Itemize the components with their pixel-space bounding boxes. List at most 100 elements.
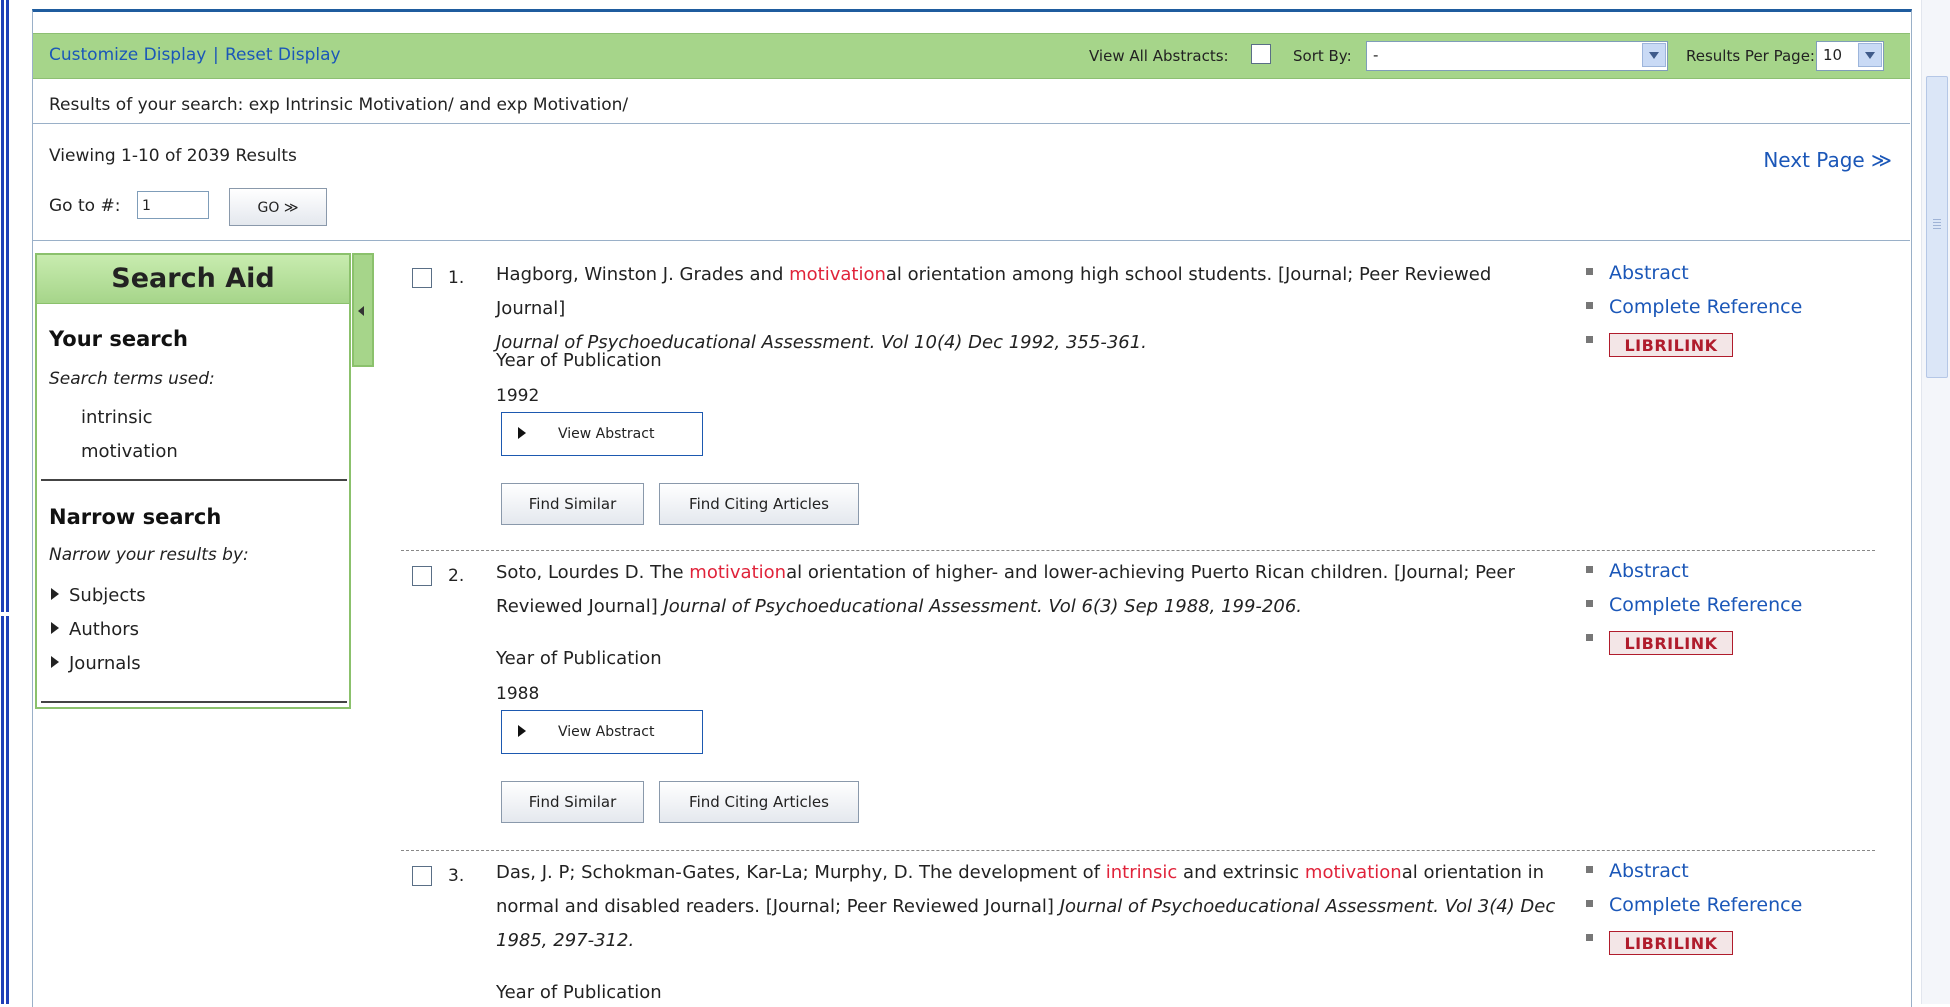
caret-right-icon	[51, 622, 59, 634]
result-divider	[401, 850, 1875, 851]
next-page-link[interactable]: Next Page ≫	[1763, 148, 1892, 172]
librilink-link[interactable]: LIBRILINK	[1586, 928, 1733, 955]
bullet-icon	[1586, 336, 1593, 343]
search-term: motivation	[81, 441, 178, 462]
complete-reference-link[interactable]: Complete Reference	[1586, 894, 1802, 916]
citation-text: Das, J. P; Schokman-Gates, Kar-La; Murph…	[496, 862, 1106, 883]
bullet-icon	[1586, 268, 1593, 275]
find-citing-articles-button[interactable]: Find Citing Articles	[659, 781, 859, 823]
grip-icon	[1933, 217, 1941, 231]
scroll-thumb[interactable]	[1926, 76, 1948, 378]
year-label: Year of Publication	[496, 982, 662, 1003]
search-summary: Results of your search: exp Intrinsic Mo…	[49, 95, 629, 115]
goto-input[interactable]: 1	[137, 191, 209, 219]
link-label: Abstract	[1609, 860, 1689, 882]
view-all-abstracts-label: View All Abstracts:	[1089, 47, 1229, 65]
highlighted-term: motivation	[789, 264, 886, 285]
librilink-link[interactable]: LIBRILINK	[1586, 628, 1733, 655]
year-value: 1988	[496, 684, 540, 704]
highlighted-term: motivation	[689, 562, 787, 583]
search-aid-title: Search Aid	[37, 255, 349, 304]
narrow-by-label: Narrow your results by:	[49, 545, 249, 565]
complete-reference-link[interactable]: Complete Reference	[1586, 296, 1802, 318]
divider	[41, 479, 347, 481]
view-abstract-label: View Abstract	[558, 426, 655, 442]
librilink-logo: LIBRILINK	[1609, 631, 1733, 655]
bullet-icon	[1586, 634, 1593, 641]
facet-subjects[interactable]: Subjects	[51, 585, 146, 606]
goto-label: Go to #:	[49, 196, 121, 216]
highlighted-term: motivation	[1304, 862, 1402, 883]
year-label: Year of Publication	[496, 648, 662, 669]
link-label: Complete Reference	[1609, 296, 1803, 318]
journal-reference: Journal of Psychoeducational Assessment.…	[663, 596, 1302, 617]
scroll-up-arrow[interactable]	[1926, 8, 1946, 30]
result-number: 2.	[448, 566, 465, 586]
facet-authors[interactable]: Authors	[51, 619, 139, 640]
find-citing-articles-button[interactable]: Find Citing Articles	[659, 483, 859, 525]
toolbar-separator: |	[213, 45, 219, 65]
link-label: Abstract	[1609, 262, 1689, 284]
result-number: 1.	[448, 268, 465, 288]
bullet-icon	[1586, 566, 1593, 573]
abstract-link[interactable]: Abstract	[1586, 560, 1689, 582]
view-abstract-button[interactable]: View Abstract	[501, 710, 703, 754]
result-checkbox[interactable]	[412, 566, 432, 586]
citation-text: Soto, Lourdes D. The	[496, 562, 690, 583]
results-per-page-select[interactable]: 10	[1816, 41, 1884, 71]
facet-journals[interactable]: Journals	[51, 653, 141, 674]
your-search-heading: Your search	[49, 327, 188, 351]
pagination-area: Viewing 1-10 of 2039 Results Next Page ≫…	[33, 124, 1910, 241]
facet-label: Authors	[69, 619, 139, 640]
search-term: intrinsic	[81, 407, 153, 428]
results-per-page-label: Results Per Page:	[1686, 47, 1815, 65]
bullet-icon	[1586, 866, 1593, 873]
bullet-icon	[1586, 600, 1593, 607]
year-label: Year of Publication	[496, 350, 662, 371]
sort-by-select[interactable]: -	[1366, 41, 1668, 71]
display-toolbar: Customize Display | Reset Display View A…	[33, 33, 1910, 79]
results-per-page-value: 10	[1823, 46, 1843, 64]
window-edge	[0, 0, 10, 1004]
sort-by-label: Sort By:	[1293, 47, 1352, 65]
narrow-search-heading: Narrow search	[49, 505, 222, 529]
facet-label: Subjects	[69, 585, 146, 606]
find-similar-button[interactable]: Find Similar	[501, 781, 644, 823]
viewing-count: Viewing 1-10 of 2039 Results	[49, 146, 297, 166]
citation-text: Hagborg, Winston J. Grades and	[496, 264, 790, 285]
find-similar-button[interactable]: Find Similar	[501, 483, 644, 525]
citation-text: and extrinsic	[1177, 862, 1305, 883]
search-aid-panel: Search Aid Your search Search terms used…	[35, 253, 351, 709]
highlighted-term: intrinsic	[1105, 862, 1178, 883]
chevron-down-icon	[1642, 43, 1666, 67]
bullet-icon	[1586, 900, 1593, 907]
customize-display-link[interactable]: Customize Display	[49, 45, 206, 65]
link-label: Complete Reference	[1609, 594, 1803, 616]
chevron-down-icon	[1858, 43, 1882, 67]
collapse-search-aid-button[interactable]	[352, 253, 374, 367]
librilink-logo: LIBRILINK	[1609, 333, 1733, 357]
result-checkbox[interactable]	[412, 268, 432, 288]
link-label: Abstract	[1609, 560, 1689, 582]
sort-by-value: -	[1373, 46, 1379, 64]
view-abstract-label: View Abstract	[558, 724, 655, 740]
bullet-icon	[1586, 934, 1593, 941]
complete-reference-link[interactable]: Complete Reference	[1586, 594, 1802, 616]
librilink-link[interactable]: LIBRILINK	[1586, 330, 1733, 357]
facet-label: Journals	[69, 653, 141, 674]
result-checkbox[interactable]	[412, 866, 432, 886]
result-citation: Das, J. P; Schokman-Gates, Kar-La; Murph…	[496, 856, 1556, 958]
go-button[interactable]: GO ≫	[229, 188, 327, 226]
view-all-abstracts-checkbox[interactable]	[1251, 44, 1271, 64]
caret-right-icon	[51, 656, 59, 668]
abstract-link[interactable]: Abstract	[1586, 860, 1689, 882]
abstract-link[interactable]: Abstract	[1586, 262, 1689, 284]
reset-display-link[interactable]: Reset Display	[225, 45, 341, 65]
vertical-scrollbar[interactable]	[1921, 0, 1950, 1004]
result-number: 3.	[448, 866, 465, 886]
result-divider	[401, 550, 1875, 551]
link-label: Complete Reference	[1609, 894, 1803, 916]
bullet-icon	[1586, 302, 1593, 309]
caret-right-icon	[518, 725, 526, 737]
view-abstract-button[interactable]: View Abstract	[501, 412, 703, 456]
